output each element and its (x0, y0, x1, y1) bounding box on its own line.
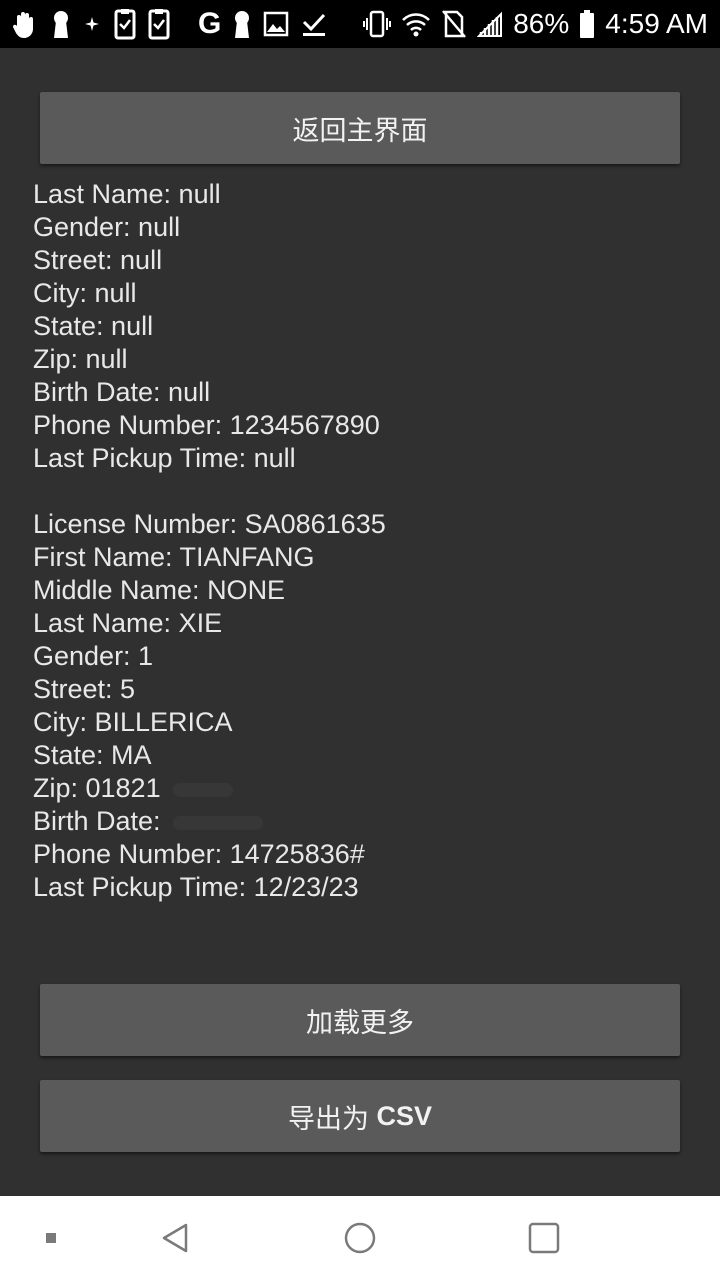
zip-line: Zip: 01821 (33, 772, 693, 805)
battery-percent: 86% (513, 8, 570, 39)
license-line: License Number: SA0861635 (33, 509, 386, 539)
home-circle-icon[interactable] (330, 1196, 390, 1280)
export-label: 导出为 (287, 1103, 369, 1134)
gender-line: Gender: 1 (33, 641, 154, 671)
navigation-bar (0, 1196, 720, 1280)
first-name-line: First Name: TIANFANG (33, 542, 315, 572)
last-name-line: Last Name: XIE (33, 608, 223, 638)
google-letter: G (198, 7, 222, 40)
vibrate-icon (363, 9, 392, 39)
recents-square-icon[interactable] (514, 1196, 574, 1280)
back-to-main-button[interactable]: 返回主界面 (40, 92, 680, 164)
keyhole-icon (52, 9, 70, 39)
street-text: Street: 5 (33, 674, 136, 704)
birth-date-line: Birth Date: (33, 805, 693, 838)
load-more-button[interactable]: 加载更多 (40, 984, 680, 1056)
signal-icon (477, 9, 503, 39)
record-item: License Number: SA0861635 First Name: TI… (33, 508, 693, 904)
redaction-mark (172, 815, 263, 830)
export-csv-button[interactable]: 导出为 CSV (40, 1080, 680, 1152)
download-done-icon (301, 9, 327, 39)
zip-text: Zip: 01821 (33, 773, 161, 803)
middle-name-line: Middle Name: NONE (33, 575, 286, 605)
city-line: City: BILLERICA (33, 707, 233, 737)
clipboard-check-icon (114, 9, 136, 40)
sparkle-icon (82, 9, 102, 39)
last-name-line: Last Name: null (33, 179, 221, 209)
load-more-label: 加载更多 (306, 1007, 414, 1038)
hand-icon (10, 9, 40, 39)
back-to-main-label: 返回主界面 (292, 115, 428, 146)
back-triangle-icon[interactable] (145, 1196, 205, 1280)
record-separator (33, 475, 693, 508)
clipboard-check-icon (148, 9, 170, 40)
last-pickup-line: Last Pickup Time: 12/23/23 (33, 872, 359, 902)
clock: 4:59 AM (605, 8, 708, 39)
state-line: State: MA (33, 740, 152, 770)
city-line: City: null (33, 278, 137, 308)
last-pickup-line: Last Pickup Time: null (33, 443, 296, 473)
state-line: State: null (33, 311, 154, 341)
system-icons: 86% 4:59 AM (363, 9, 708, 39)
status-bar: G 86% 4:59 AM (0, 0, 720, 48)
street-line: Street: null (33, 245, 163, 275)
record-item: Last Name: null Gender: null Street: nul… (33, 178, 693, 475)
export-csv-label: CSV (376, 1100, 433, 1131)
record-list: Last Name: null Gender: null Street: nul… (33, 178, 693, 904)
no-sim-icon (441, 9, 467, 39)
google-g-icon: G (198, 9, 221, 39)
battery-icon (579, 9, 595, 39)
keyhole-icon (233, 9, 251, 39)
wifi-icon (401, 9, 431, 39)
phone-line: Phone Number: 14725836# (33, 839, 365, 869)
street-line: Street: 5 (33, 673, 693, 706)
gender-line: Gender: null (33, 212, 181, 242)
birth-date-text: Birth Date: (33, 806, 161, 836)
birth-date-line: Birth Date: null (33, 377, 211, 407)
image-icon (263, 9, 289, 39)
redaction-mark (172, 782, 233, 797)
main-content: 返回主界面 Last Name: null Gender: null Stree… (0, 48, 720, 1196)
zip-line: Zip: null (33, 344, 128, 374)
notification-icons: G (10, 9, 327, 40)
dot-icon (36, 1196, 66, 1280)
phone-line: Phone Number: 1234567890 (33, 410, 380, 440)
